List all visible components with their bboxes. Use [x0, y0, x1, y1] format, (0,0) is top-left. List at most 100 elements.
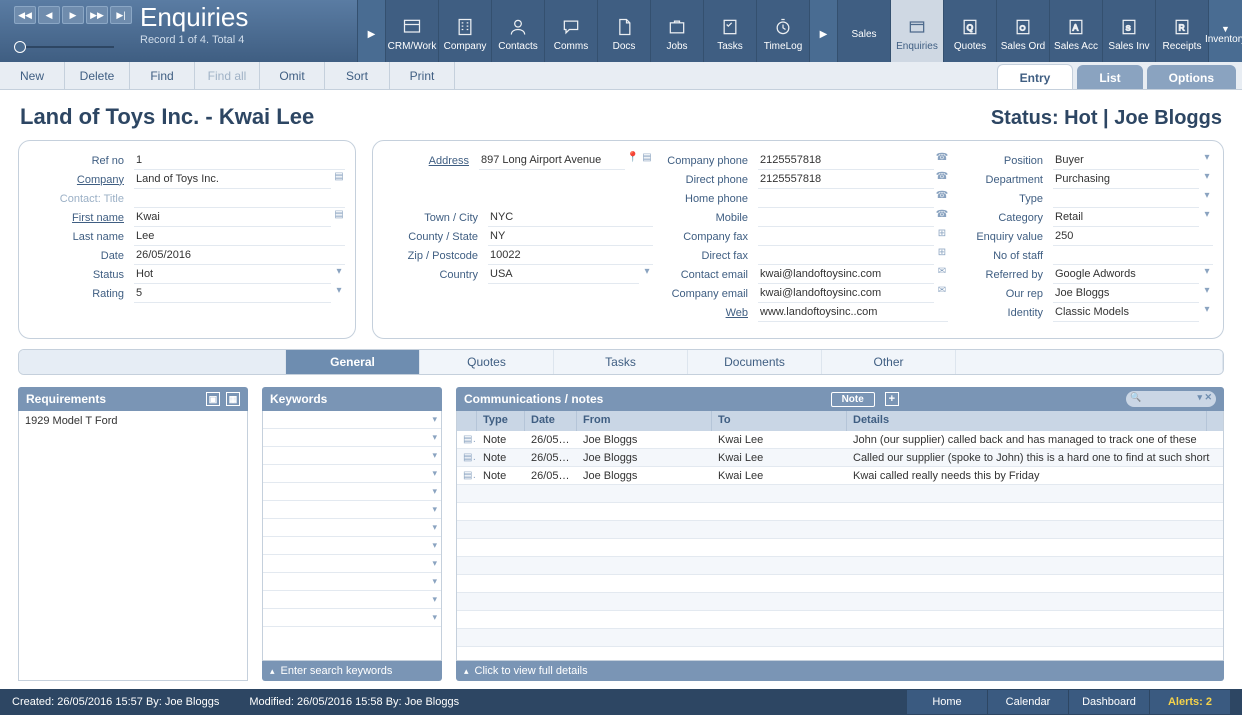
nav-inventory-dropdown[interactable]: ▼Inventory [1208, 0, 1242, 62]
subtab-blank-2[interactable] [956, 350, 1223, 374]
add-note-button[interactable]: + [885, 392, 899, 406]
rep-field[interactable] [1053, 285, 1199, 303]
nav-comms[interactable]: Comms [544, 0, 597, 62]
staff-field[interactable] [1053, 247, 1213, 265]
company-field[interactable] [134, 171, 331, 189]
rating-field[interactable] [134, 285, 331, 303]
calendar-button[interactable]: Calendar [988, 690, 1068, 714]
subtab-other[interactable]: Other [822, 350, 956, 374]
nav-prev-button[interactable]: ◀ [38, 6, 60, 24]
requirements-icon-2[interactable]: ▦ [226, 392, 240, 406]
keywords-footer[interactable]: Enter search keywords [262, 661, 442, 681]
phone-icon[interactable]: ☎ [936, 152, 948, 164]
nav-salesinv[interactable]: SSales Inv [1102, 0, 1155, 62]
category-field[interactable] [1053, 209, 1199, 227]
comm-row[interactable] [457, 575, 1223, 593]
cfax-field[interactable] [758, 228, 934, 246]
zip-field[interactable] [488, 247, 653, 265]
comm-row[interactable]: ▤Note26/05/16Joe BloggsKwai LeeJohn (our… [457, 431, 1223, 449]
email-icon[interactable]: ✉ [936, 266, 948, 278]
address-list-icon[interactable]: ▤ [641, 152, 653, 164]
status-dropdown-icon[interactable]: ▾ [333, 266, 345, 278]
dropdown-icon[interactable]: ▾ [1201, 152, 1213, 164]
requirements-icon-1[interactable]: ▣ [206, 392, 220, 406]
comm-row[interactable] [457, 485, 1223, 503]
rating-dropdown-icon[interactable]: ▾ [333, 285, 345, 297]
tab-list[interactable]: List [1077, 65, 1142, 89]
nav-sales[interactable]: Sales [837, 0, 890, 62]
nav-receipts[interactable]: RReceipts [1155, 0, 1208, 62]
nav-salesord[interactable]: OSales Ord [996, 0, 1049, 62]
address-pin-icon[interactable]: 📍 [627, 152, 639, 164]
position-field[interactable] [1053, 152, 1199, 170]
find-button[interactable]: Find [130, 62, 195, 89]
keyword-row[interactable] [263, 573, 441, 591]
mobile-field[interactable] [758, 209, 934, 227]
enqval-field[interactable] [1053, 228, 1213, 246]
dropdown-icon[interactable]: ▾ [1201, 304, 1213, 316]
keyword-row[interactable] [263, 555, 441, 573]
title-field[interactable] [134, 190, 345, 208]
new-button[interactable]: New [0, 62, 65, 89]
firstname-list-icon[interactable]: ▤ [333, 209, 345, 221]
comm-row[interactable]: ▤Note26/05/16Joe BloggsKwai LeeCalled ou… [457, 449, 1223, 467]
dropdown-icon[interactable]: ▾ [1201, 209, 1213, 221]
web-field[interactable] [758, 304, 948, 322]
requirements-text[interactable]: 1929 Model T Ford [19, 411, 247, 431]
col-type[interactable]: Type [477, 411, 525, 431]
comm-row[interactable] [457, 521, 1223, 539]
alerts-button[interactable]: Alerts: 2 [1150, 690, 1230, 714]
coemail-field[interactable] [758, 285, 934, 303]
print-button[interactable]: Print [390, 62, 455, 89]
delete-button[interactable]: Delete [65, 62, 130, 89]
nav-scroll-right-2-icon[interactable]: ▶ [809, 0, 837, 62]
keyword-row[interactable] [263, 609, 441, 627]
cemail-field[interactable] [758, 266, 934, 284]
keyword-row[interactable] [263, 447, 441, 465]
cphone-field[interactable] [758, 152, 934, 170]
fax-icon-2[interactable]: ⊞ [936, 247, 948, 259]
firstname-field[interactable] [134, 209, 331, 227]
omit-button[interactable]: Omit [260, 62, 325, 89]
subtab-tasks[interactable]: Tasks [554, 350, 688, 374]
col-from[interactable]: From [577, 411, 712, 431]
col-to[interactable]: To [712, 411, 847, 431]
home-button[interactable]: Home [907, 690, 987, 714]
keyword-row[interactable] [263, 591, 441, 609]
firstname-label[interactable]: First name [29, 212, 134, 224]
comm-row[interactable]: ▤Note26/05/16Joe BloggsKwai LeeKwai call… [457, 467, 1223, 485]
company-list-icon[interactable]: ▤ [333, 171, 345, 183]
hphone-field[interactable] [758, 190, 934, 208]
nav-salesacc[interactable]: ASales Acc [1049, 0, 1102, 62]
refby-field[interactable] [1053, 266, 1199, 284]
col-date[interactable]: Date [525, 411, 577, 431]
dfax-field[interactable] [758, 247, 934, 265]
comm-row[interactable] [457, 593, 1223, 611]
address-label[interactable]: Address [383, 155, 479, 167]
comm-row[interactable] [457, 503, 1223, 521]
country-dropdown-icon[interactable]: ▾ [641, 266, 653, 278]
date-field[interactable] [134, 247, 345, 265]
phone-icon-2[interactable]: ☎ [936, 171, 948, 183]
county-field[interactable] [488, 228, 653, 246]
nav-enquiries[interactable]: Enquiries [890, 0, 943, 62]
comm-row[interactable] [457, 611, 1223, 629]
keyword-row[interactable] [263, 483, 441, 501]
nav-first-button[interactable]: ◀◀ [14, 6, 36, 24]
keyword-row[interactable] [263, 501, 441, 519]
keyword-row[interactable] [263, 465, 441, 483]
country-field[interactable] [488, 266, 639, 284]
status-field[interactable] [134, 266, 331, 284]
nav-jobs[interactable]: Jobs [650, 0, 703, 62]
subtab-blank[interactable] [19, 350, 286, 374]
dropdown-icon[interactable]: ▾ [1201, 190, 1213, 202]
subtab-quotes[interactable]: Quotes [420, 350, 554, 374]
type-field[interactable] [1053, 190, 1199, 208]
keyword-row[interactable] [263, 537, 441, 555]
nav-timelog[interactable]: TimeLog [756, 0, 809, 62]
nav-crmwork[interactable]: CRM/Work [385, 0, 438, 62]
phone-icon-4[interactable]: ☎ [936, 209, 948, 221]
find-all-button[interactable]: Find all [195, 62, 260, 89]
email-icon-2[interactable]: ✉ [936, 285, 948, 297]
nav-quotes[interactable]: QQuotes [943, 0, 996, 62]
